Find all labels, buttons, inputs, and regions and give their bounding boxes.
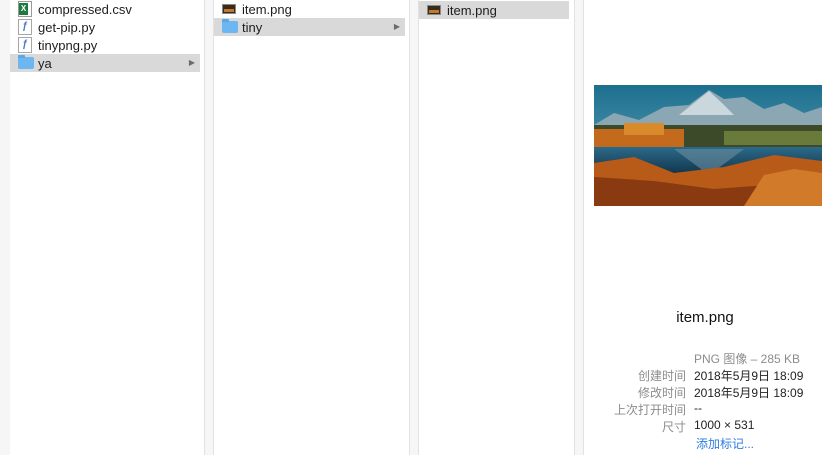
disclosure-arrow-icon: ▶ — [393, 22, 400, 31]
column-divider[interactable] — [409, 0, 419, 455]
list-item-folder-tiny[interactable]: tiny ▶ — [214, 18, 405, 36]
file-name: compressed.csv — [38, 1, 132, 17]
file-name: item.png — [447, 2, 497, 18]
meta-value: 2018年5月9日 18:09 — [694, 386, 804, 400]
meta-value: 1000 × 531 — [694, 418, 755, 432]
column-divider[interactable] — [574, 0, 584, 455]
image-file-icon — [427, 5, 441, 15]
image-thumbnail — [594, 85, 822, 206]
file-name: get-pip.py — [38, 19, 96, 35]
meta-label: 创建时间 — [637, 369, 686, 383]
preview-pane: item.png PNG 图像 – 285 KB 创建时间 2018年5月9日 … — [584, 0, 826, 455]
list-item[interactable]: ƒ get-pip.py — [10, 18, 200, 36]
file-name: tinypng.py — [38, 37, 98, 53]
column-divider[interactable] — [204, 0, 214, 455]
python-file-icon: ƒ — [18, 37, 32, 53]
folder-icon — [222, 19, 238, 33]
list-item-folder-ya[interactable]: ya ▶ — [10, 54, 200, 72]
meta-label: 尺寸 — [661, 420, 686, 434]
add-tags-link[interactable]: 添加标记... — [696, 435, 754, 452]
meta-label: 修改时间 — [637, 386, 686, 400]
column-1 — [0, 0, 10, 455]
meta-last-opened: 上次打开时间 -- — [584, 401, 826, 418]
disclosure-arrow-icon: ▶ — [188, 58, 195, 67]
list-item-selected[interactable]: item.png — [419, 1, 569, 19]
meta-modified: 修改时间 2018年5月9日 18:09 — [584, 384, 826, 401]
preview-file-name: item.png — [676, 309, 734, 326]
folder-name: ya — [38, 55, 52, 71]
list-item[interactable]: X compressed.csv — [10, 0, 200, 18]
landscape-image — [594, 85, 822, 206]
meta-value: 2018年5月9日 18:09 — [694, 369, 804, 383]
meta-value: -- — [694, 401, 702, 415]
python-file-icon: ƒ — [18, 19, 32, 35]
folder-icon — [18, 55, 34, 69]
list-item[interactable]: ƒ tinypng.py — [10, 36, 200, 54]
finder-column-3[interactable]: item.png — [419, 0, 569, 455]
finder-column-2[interactable]: item.png tiny ▶ — [214, 0, 405, 455]
excel-file-icon: X — [18, 1, 32, 17]
meta-created: 创建时间 2018年5月9日 18:09 — [584, 367, 826, 384]
finder-column-1[interactable]: X compressed.csv ƒ get-pip.py ƒ tinypng.… — [10, 0, 200, 455]
file-kind-size: PNG 图像 – 285 KB — [694, 352, 801, 366]
folder-name: tiny — [242, 19, 263, 35]
list-item[interactable]: item.png — [214, 0, 405, 18]
meta-dimensions: 尺寸 1000 × 531 — [584, 418, 826, 435]
image-file-icon — [222, 4, 236, 14]
file-name: item.png — [242, 1, 292, 17]
meta-label: 上次打开时间 — [613, 403, 686, 417]
